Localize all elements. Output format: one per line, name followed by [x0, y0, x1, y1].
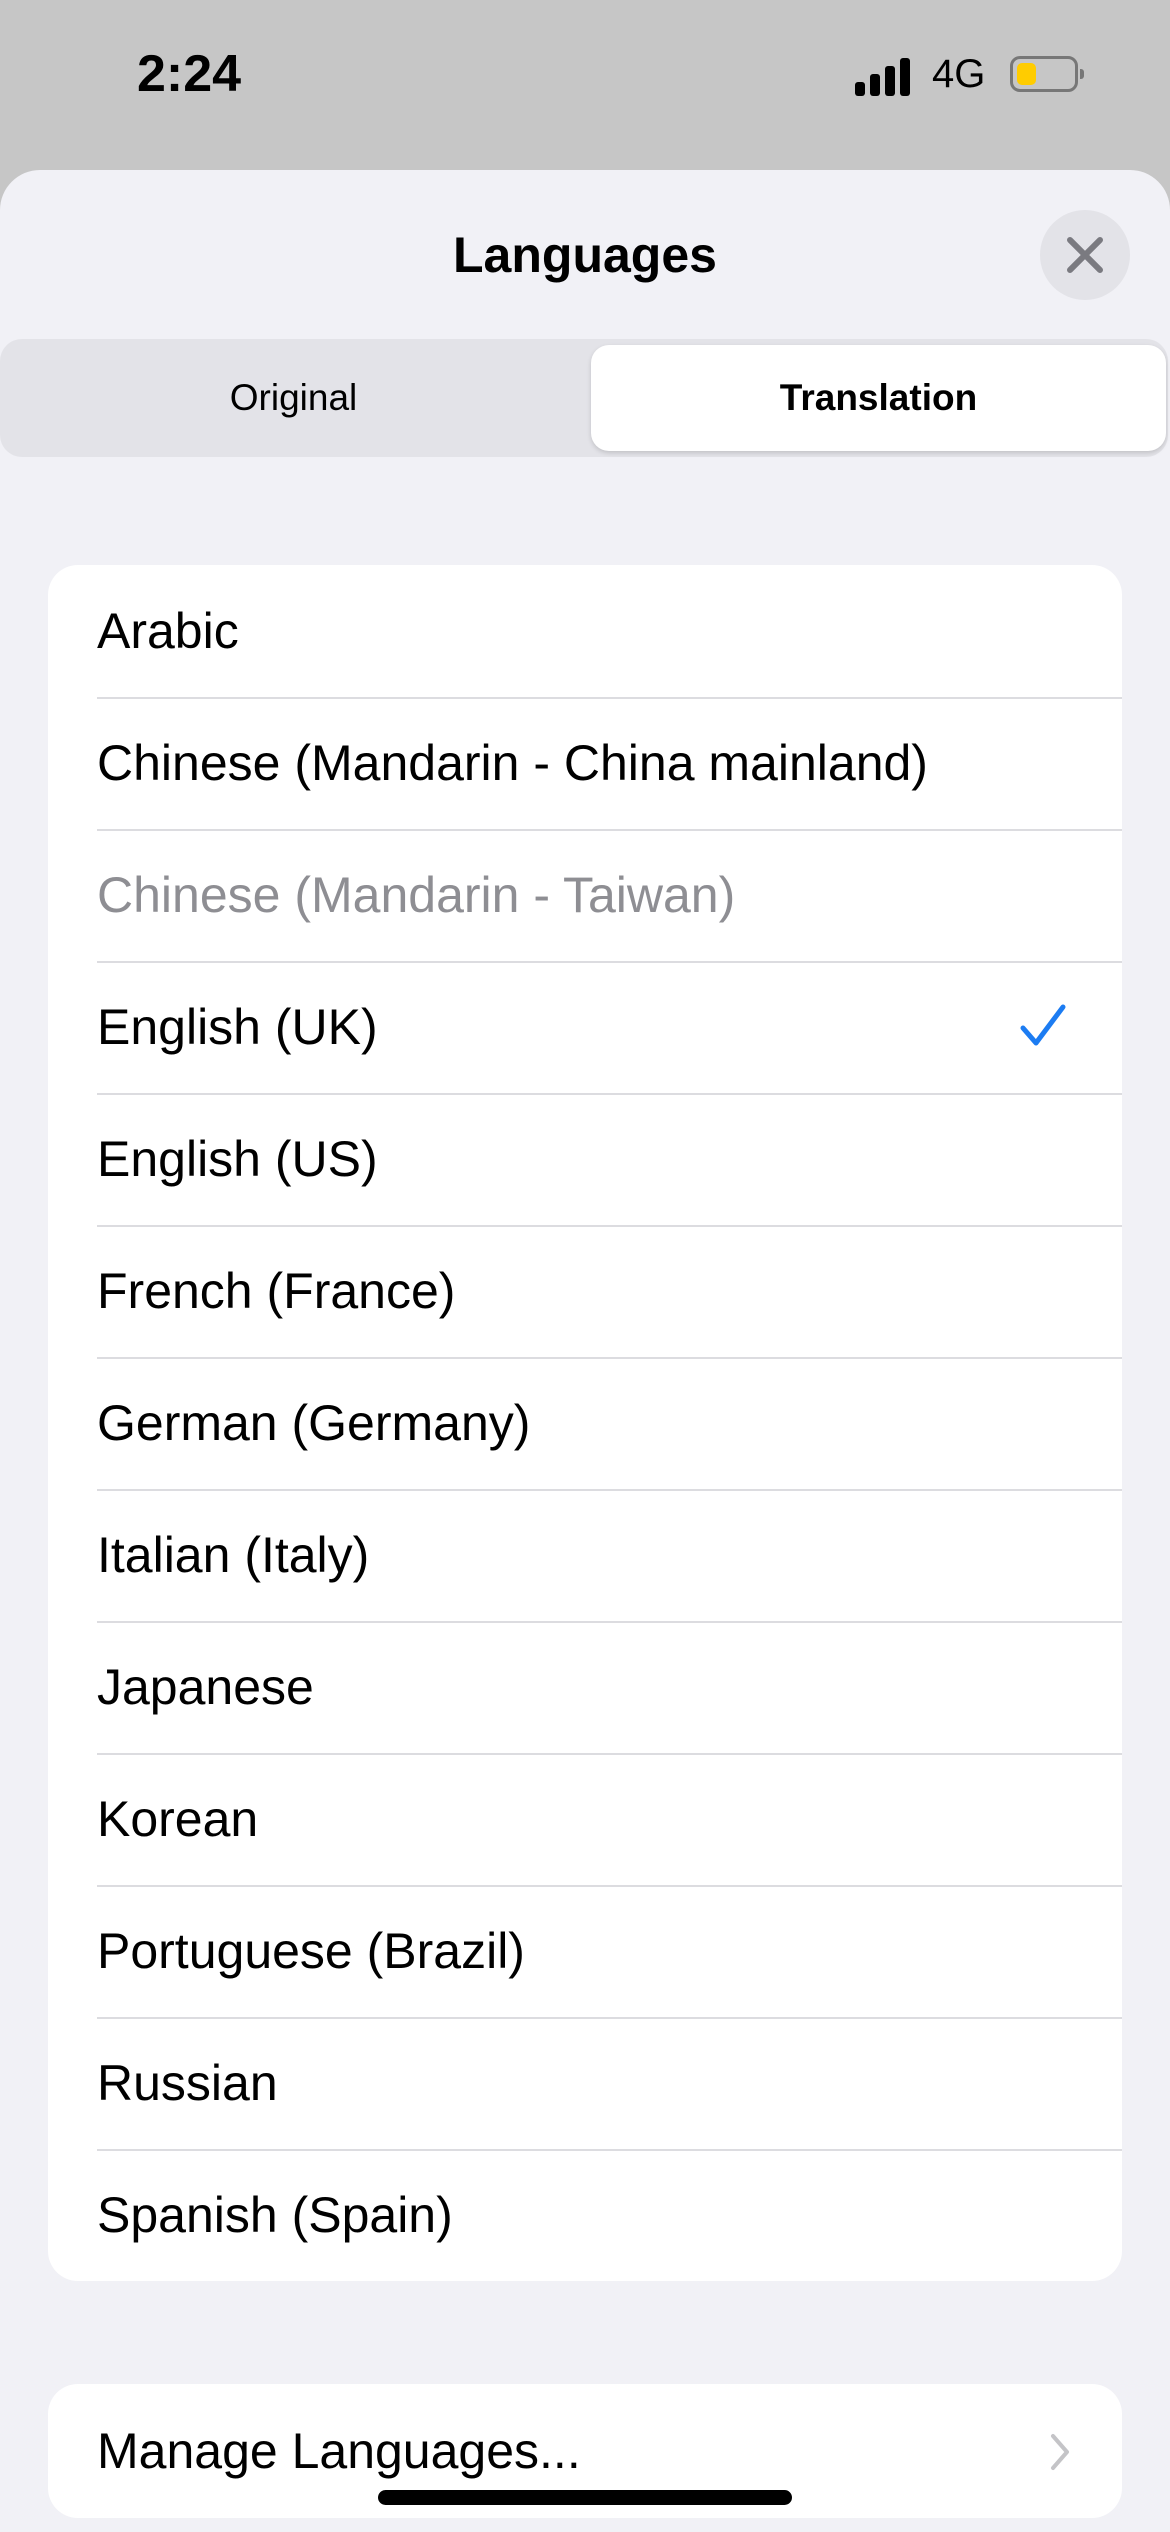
language-item-arabic[interactable]: Arabic [48, 565, 1122, 697]
language-item-english-us[interactable]: English (US) [48, 1093, 1122, 1225]
manage-languages-label: Manage Languages... [97, 2423, 581, 2479]
language-item-russian[interactable]: Russian [48, 2017, 1122, 2149]
language-item-japanese[interactable]: Japanese [48, 1621, 1122, 1753]
language-item-german[interactable]: German (Germany) [48, 1357, 1122, 1489]
language-label: Russian [97, 2055, 278, 2111]
language-label: Arabic [97, 603, 239, 659]
home-indicator[interactable] [378, 2490, 792, 2505]
language-item-italian[interactable]: Italian (Italy) [48, 1489, 1122, 1621]
cellular-signal-icon [855, 58, 915, 96]
language-item-chinese-mainland[interactable]: Chinese (Mandarin - China mainland) [48, 697, 1122, 829]
segment-original[interactable]: Original [6, 345, 581, 451]
language-label: Japanese [97, 1659, 314, 1715]
language-label: Korean [97, 1791, 259, 1847]
status-bar: 2:24 4G [0, 0, 1170, 170]
language-label: Chinese (Mandarin - Taiwan) [97, 867, 736, 923]
sheet-title: Languages [453, 227, 717, 283]
language-item-english-uk[interactable]: English (UK) [48, 961, 1122, 1093]
language-label: French (France) [97, 1263, 456, 1319]
language-item-portuguese[interactable]: Portuguese (Brazil) [48, 1885, 1122, 2017]
language-label: English (US) [97, 1131, 378, 1187]
chevron-right-icon [1051, 2434, 1069, 2470]
language-item-chinese-taiwan: Chinese (Mandarin - Taiwan) [48, 829, 1122, 961]
language-label: English (UK) [97, 999, 378, 1055]
status-time: 2:24 [137, 45, 242, 103]
battery-icon [1010, 56, 1084, 92]
xmark-icon [1067, 237, 1103, 273]
language-item-korean[interactable]: Korean [48, 1753, 1122, 1885]
segmented-control: Original Translation [0, 339, 1168, 457]
language-list: Arabic Chinese (Mandarin - China mainlan… [48, 565, 1122, 2281]
language-label: Chinese (Mandarin - China mainland) [97, 735, 928, 791]
language-label: German (Germany) [97, 1395, 531, 1451]
close-button[interactable] [1040, 210, 1130, 300]
language-label: Italian (Italy) [97, 1527, 370, 1583]
languages-sheet: Languages Original Translation Arabic Ch… [0, 170, 1170, 2532]
language-label: Portuguese (Brazil) [97, 1923, 525, 1979]
segment-translation[interactable]: Translation [591, 345, 1166, 451]
language-item-spanish[interactable]: Spanish (Spain) [48, 2149, 1122, 2281]
language-item-french[interactable]: French (France) [48, 1225, 1122, 1357]
language-label: Spanish (Spain) [97, 2187, 453, 2243]
checkmark-icon [1020, 1004, 1066, 1046]
network-type: 4G [932, 52, 986, 96]
